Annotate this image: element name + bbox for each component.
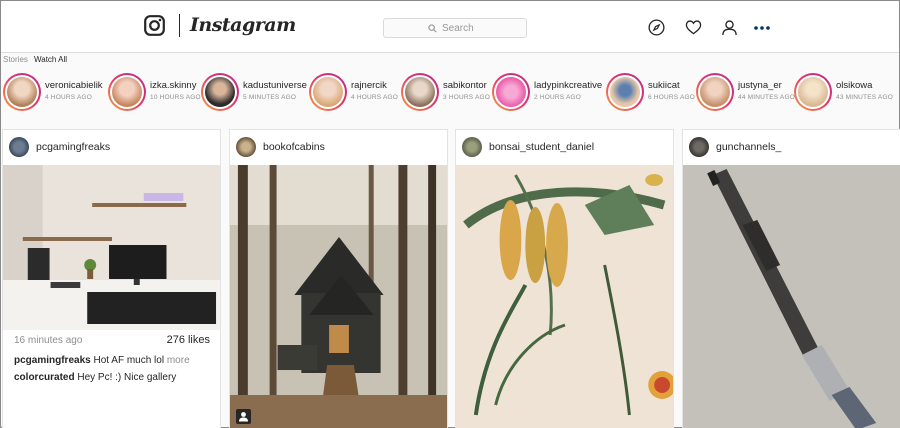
logo-divider [179,14,180,37]
story-time: 44 MINUTES AGO [738,94,795,101]
story-time: 4 HOURS AGO [351,94,398,101]
post-header: gunchannels_ [683,130,900,165]
user-tag-icon[interactable] [236,409,251,424]
instagram-wordmark[interactable]: Instagram [190,14,296,36]
more-link[interactable]: more [167,355,190,366]
story-avatar [405,77,435,107]
story-username: justyna_er [738,80,782,91]
search-icon [428,23,437,33]
story-avatar [700,77,730,107]
post-comment: pcgamingfreaks Hot AF much lol more [14,355,190,366]
story-time: 4 HOURS AGO [45,94,92,101]
post-comment: colorcurated Hey Pc! :) Nice gallery [14,372,176,383]
comment-text: Hot AF much lol [90,355,167,366]
post-avatar[interactable] [462,137,482,157]
post-header: pcgamingfreaks [3,130,220,165]
post-avatar[interactable] [236,137,256,157]
story-avatar [7,77,37,107]
post-card: pcgamingfreaks 16 minutes ago 276 likes … [2,129,221,428]
search-input[interactable] [442,22,482,34]
post-username[interactable]: bonsai_student_daniel [489,141,594,153]
post-header: bonsai_student_daniel [456,130,673,165]
profile-icon[interactable] [721,19,738,36]
story-username: sukiicat [648,80,680,91]
stories-bar: Stories Watch All veronicabielik 4 HOURS… [1,54,899,120]
post-header: bookofcabins [230,130,447,165]
post-card: bonsai_student_daniel [455,129,674,428]
story-time: 5 MINUTES AGO [243,94,297,101]
story-username: sabikontor [443,80,487,91]
heart-icon[interactable] [685,19,702,36]
more-dots-icon[interactable] [753,25,771,31]
post-avatar[interactable] [689,137,709,157]
post-avatar[interactable] [9,137,29,157]
story-username: kadustuniverse [243,80,307,91]
comment-text: Hey Pc! :) Nice gallery [74,372,177,383]
stories-label: Stories [3,55,28,64]
post-timestamp: 16 minutes ago [14,335,83,346]
comment-username[interactable]: pcgamingfreaks [14,355,91,366]
story-time: 10 HOURS AGO [150,94,201,101]
story-time: 2 HOURS AGO [534,94,581,101]
story-time: 3 HOURS AGO [443,94,490,101]
post-likes[interactable]: 276 likes [167,334,210,346]
post-image[interactable] [3,165,220,330]
story-avatar [112,77,142,107]
post-card: gunchannels_ [682,129,900,428]
post-image[interactable] [230,165,447,428]
instagram-logo-icon[interactable] [144,15,165,36]
post-username[interactable]: bookofcabins [263,141,325,153]
story-avatar [313,77,343,107]
post-image[interactable] [683,165,900,428]
comment-username[interactable]: colorcurated [14,372,75,383]
story-avatar [798,77,828,107]
story-username: rajnercik [351,80,387,91]
watch-all-link[interactable]: Watch All [34,55,67,64]
explore-compass-icon[interactable] [648,19,665,36]
post-username[interactable]: pcgamingfreaks [36,141,110,153]
post-card: bookofcabins [229,129,448,428]
story-time: 43 MINUTES AGO [836,94,893,101]
story-username: veronicabielik [45,80,103,91]
story-avatar [205,77,235,107]
story-avatar [496,77,526,107]
search-box[interactable] [383,18,527,38]
story-username: ladypinkcreative [534,80,603,91]
post-image[interactable] [456,165,673,428]
top-nav-bar: Instagram [1,1,899,53]
post-username[interactable]: gunchannels_ [716,141,781,153]
story-avatar [610,77,640,107]
story-username: olsikowa [836,80,873,91]
story-username: izka.skinny [150,80,197,91]
story-time: 6 HOURS AGO [648,94,695,101]
